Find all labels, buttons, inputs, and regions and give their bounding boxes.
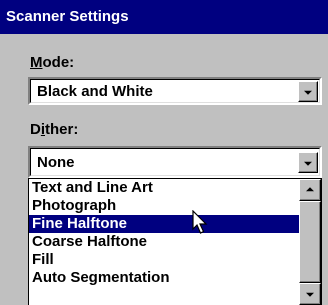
scroll-down-arrow-icon [306,292,314,297]
chevron-down-icon [304,90,312,95]
dither-dropdown[interactable]: None [28,146,322,178]
list-scrollbar[interactable] [299,179,321,305]
window-title: Scanner Settings [6,8,129,25]
mode-label: Mode: [30,54,75,71]
dither-dropdown-button[interactable] [298,152,318,173]
mode-dropdown-button[interactable] [298,81,318,102]
scroll-thumb[interactable] [299,201,321,283]
scroll-down-button[interactable] [299,283,321,305]
scroll-up-arrow-icon [306,187,314,192]
dither-option[interactable]: Auto Segmentation [29,269,299,287]
dither-label: Dither: [30,121,79,138]
dither-options-list[interactable]: Text and Line Art Photograph Fine Halftone… [28,178,322,305]
dither-option[interactable]: Fill [29,251,299,269]
chevron-down-icon [304,161,312,166]
window-title-bar: Scanner Settings [0,0,328,34]
dither-value: None [37,154,75,171]
mouse-pointer-icon [192,210,208,234]
mode-dropdown[interactable]: Black and White [28,77,322,105]
dither-option[interactable]: Coarse Halftone [29,233,299,251]
dither-option[interactable]: Fine Halftone [29,215,299,233]
dither-option[interactable]: Text and Line Art [29,179,299,197]
list-items: Text and Line Art Photograph Fine Halftone… [29,179,299,287]
mode-value: Black and White [37,83,153,100]
dither-option[interactable]: Photograph [29,197,299,215]
scroll-up-button[interactable] [299,179,321,201]
